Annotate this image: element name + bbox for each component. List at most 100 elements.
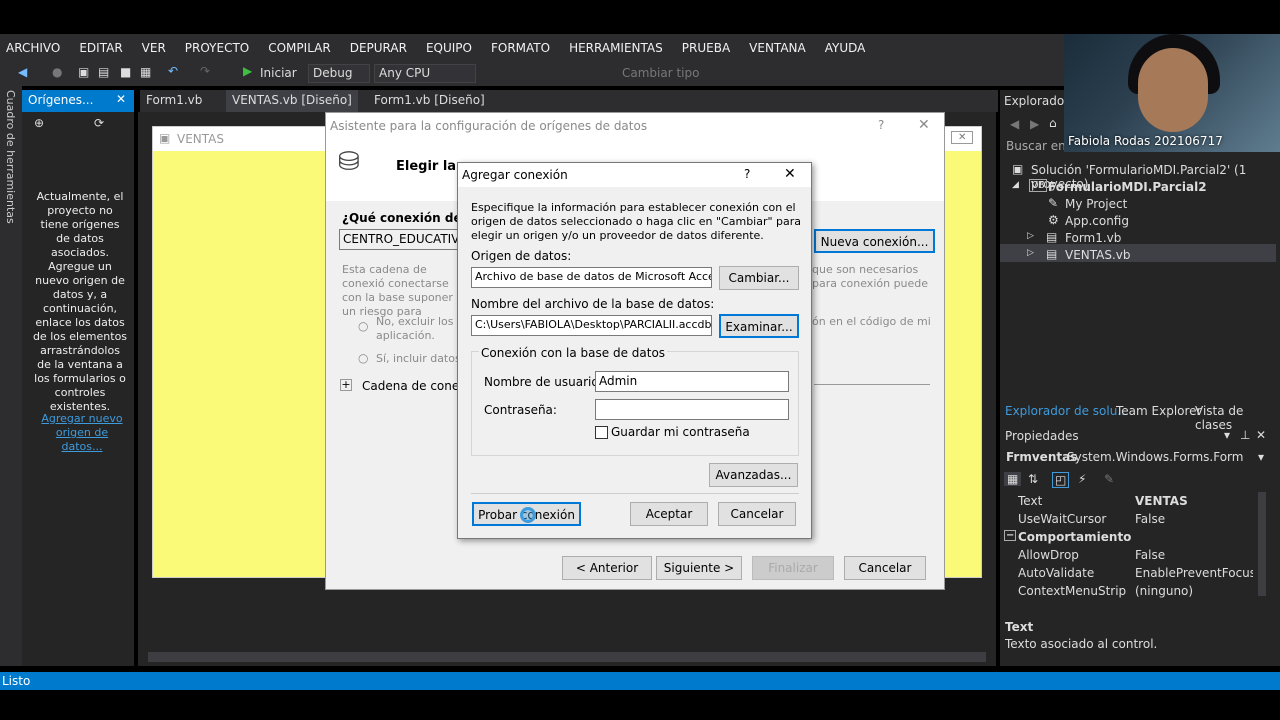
property-value[interactable]: False	[1135, 512, 1165, 526]
properties-icon[interactable]: ◰	[1052, 472, 1070, 488]
undo-icon[interactable]: ↶	[168, 64, 178, 78]
tab-solution-explorer[interactable]: Explorador de solu...	[1005, 404, 1129, 418]
properties-close-icon[interactable]: ✕	[1256, 428, 1266, 442]
property-row-autovalidate[interactable]: AutoValidate EnablePreventFocusCha	[1002, 566, 1270, 584]
property-row-contextmenustrip[interactable]: ContextMenuStrip (ninguno)	[1002, 584, 1270, 602]
browse-button[interactable]: Examinar...	[719, 314, 799, 338]
menu-depurar[interactable]: DEPURAR	[350, 41, 407, 55]
tab-form1[interactable]: Form1.vb	[140, 90, 208, 112]
source-field[interactable]: Archivo de base de datos de Microsoft Ac…	[471, 267, 712, 288]
change-type-label[interactable]: Cambiar tipo	[622, 66, 699, 80]
category-label: Comportamiento	[1018, 530, 1132, 544]
property-value[interactable]: False	[1135, 548, 1165, 562]
menu-compilar[interactable]: COMPILAR	[268, 41, 330, 55]
menu-formato[interactable]: FORMATO	[491, 41, 550, 55]
change-button[interactable]: Cambiar...	[719, 266, 799, 290]
tree-item-myproject[interactable]: My Project	[1065, 197, 1127, 211]
explorer-search[interactable]: Buscar en el	[1002, 138, 1066, 156]
dialog-help-icon[interactable]: ?	[744, 167, 750, 181]
back-button[interactable]: < Anterior	[562, 556, 652, 580]
property-category[interactable]: − Comportamiento	[1002, 530, 1270, 548]
ok-button[interactable]: Aceptar	[630, 502, 708, 526]
empty-message: Actualmente, el proyecto no tiene orígen…	[32, 190, 128, 413]
start-button[interactable]: Iniciar	[260, 66, 297, 80]
next-button[interactable]: Siguiente >	[656, 556, 742, 580]
group-label: Conexión con la base de datos	[479, 346, 668, 360]
password-field[interactable]	[595, 399, 789, 420]
webcam-person-face	[1138, 48, 1208, 132]
menu-proyecto[interactable]: PROYECTO	[185, 41, 249, 55]
forward-icon[interactable]: ●	[52, 65, 62, 79]
menu-prueba[interactable]: PRUEBA	[682, 41, 730, 55]
close-icon[interactable]: ✕	[116, 92, 126, 106]
tab-form1-design[interactable]: Form1.vb [Diseño]	[368, 90, 491, 112]
project-node[interactable]: FormularioMDI.Parcial2	[1048, 180, 1207, 194]
tree-item-form1[interactable]: Form1.vb	[1065, 231, 1121, 245]
radio-no[interactable]: ○	[358, 319, 368, 333]
back-icon[interactable]: ◀	[18, 65, 27, 79]
object-dropdown-icon[interactable]: ▾	[1258, 450, 1264, 464]
config-select[interactable]: Debug	[308, 64, 370, 83]
tree-item-appconfig[interactable]: App.config	[1065, 214, 1129, 228]
expand-icon[interactable]: +	[340, 379, 352, 391]
property-row-text[interactable]: Text VENTAS	[1002, 494, 1270, 512]
categorized-icon[interactable]: ▦	[1004, 472, 1022, 486]
add-source-link[interactable]: Agregar nuevo origen de datos...	[36, 412, 128, 454]
tab-class-view[interactable]: Vista de clases	[1195, 404, 1280, 432]
pin-icon[interactable]: ⊥	[1240, 428, 1250, 442]
expand-form1-icon[interactable]: ▷	[1027, 231, 1034, 241]
property-value[interactable]: VENTAS	[1135, 494, 1188, 508]
redo-icon[interactable]: ↷	[200, 64, 210, 78]
advanced-button[interactable]: Avanzadas...	[709, 463, 798, 487]
refresh-icon[interactable]: ⟳	[94, 116, 104, 130]
toolbox-strip[interactable]: Cuadro de herramientas	[0, 86, 22, 666]
play-icon[interactable]: ▶	[243, 64, 252, 78]
finish-button[interactable]: Finalizar	[752, 556, 834, 580]
wizard-cancel-button[interactable]: Cancelar	[844, 556, 926, 580]
connection-select[interactable]: CENTRO_EDUCATIVO.m	[339, 229, 461, 250]
explorer-back-icon[interactable]: ◀	[1010, 117, 1019, 131]
explorer-forward-icon[interactable]: ▶	[1030, 117, 1039, 131]
add-source-icon[interactable]: ⊕	[34, 116, 44, 130]
menu-archivo[interactable]: ARCHIVO	[6, 41, 60, 55]
property-row-allowdrop[interactable]: AllowDrop False	[1002, 548, 1270, 566]
user-field[interactable]: Admin	[595, 371, 789, 392]
tab-team-explorer[interactable]: Team Explorer	[1116, 404, 1202, 418]
collapse-icon[interactable]: −	[1004, 530, 1017, 541]
save-icon[interactable]: ■	[120, 65, 131, 79]
tree-item-ventas[interactable]: VENTAS.vb	[1065, 248, 1131, 262]
menu-ayuda[interactable]: AYUDA	[825, 41, 866, 55]
wizard-close-icon[interactable]: ✕	[918, 117, 930, 133]
alphabetical-icon[interactable]: ⇅	[1028, 472, 1038, 486]
menu-ver[interactable]: VER	[142, 41, 166, 55]
open-icon[interactable]: ▤	[98, 65, 109, 79]
properties-menu-icon[interactable]: ▾	[1224, 428, 1230, 442]
menu-herramientas[interactable]: HERRAMIENTAS	[569, 41, 663, 55]
expand-ventas-icon[interactable]: ▷	[1027, 248, 1034, 258]
tab-origins[interactable]: Orígenes... ✕	[22, 90, 134, 112]
save-password-checkbox[interactable]	[595, 426, 608, 439]
dialog-close-icon[interactable]: ✕	[784, 166, 796, 182]
home-icon[interactable]: ⌂	[1049, 116, 1057, 130]
property-value[interactable]: EnablePreventFocusCha	[1135, 566, 1253, 580]
designer-scrollbar[interactable]	[148, 652, 986, 662]
dialog-cancel-button[interactable]: Cancelar	[718, 502, 796, 526]
tab-ventas-design[interactable]: VENTAS.vb [Diseño]	[226, 90, 358, 112]
file-field[interactable]: C:\Users\FABIOLA\Desktop\PARCIALII.accdb	[471, 315, 712, 336]
save-all-icon[interactable]: ▦	[140, 65, 151, 79]
menu-editar[interactable]: EDITAR	[79, 41, 122, 55]
menu-equipo[interactable]: EQUIPO	[426, 41, 472, 55]
events-icon[interactable]: ⚡	[1078, 472, 1086, 486]
radio-si[interactable]: ○	[358, 351, 368, 365]
data-sources-panel: Orígenes... ✕ ⊕ ⟳ Actualmente, el proyec…	[22, 90, 134, 666]
menu-ventana[interactable]: VENTANA	[749, 41, 806, 55]
property-pages-icon[interactable]: ✎	[1104, 472, 1114, 486]
toolbox-label[interactable]: Cuadro de herramientas	[4, 90, 17, 224]
property-value[interactable]: (ninguno)	[1135, 584, 1193, 598]
expand-project-icon[interactable]: ◢	[1012, 180, 1019, 190]
wizard-help-icon[interactable]: ?	[878, 118, 884, 132]
new-connection-button[interactable]: Nueva conexión...	[814, 229, 935, 253]
platform-select[interactable]: Any CPU	[374, 64, 476, 83]
property-row-usewaitcursor[interactable]: UseWaitCursor False	[1002, 512, 1270, 530]
new-project-icon[interactable]: ▣	[78, 65, 89, 79]
